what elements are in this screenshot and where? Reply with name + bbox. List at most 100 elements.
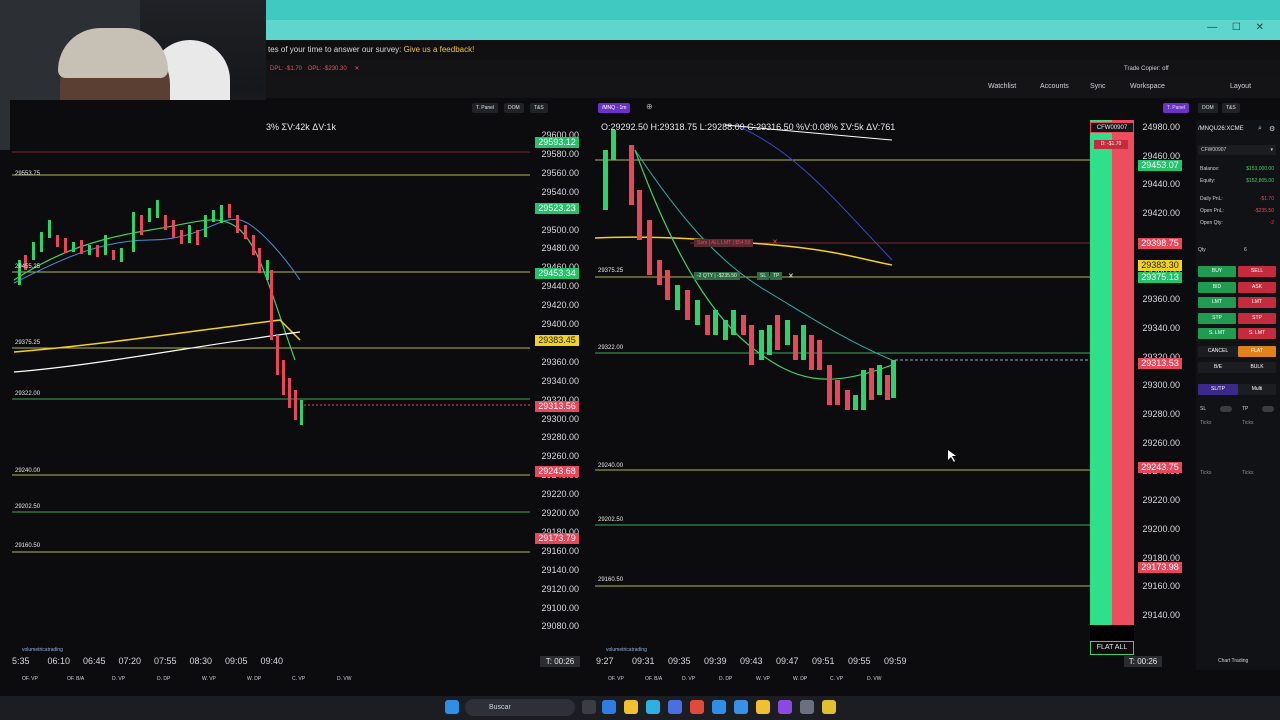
discord-icon[interactable] xyxy=(778,700,792,714)
left-tpanel-button[interactable]: T. Panel xyxy=(472,103,499,113)
add-tab-icon[interactable]: ⊕ xyxy=(646,102,653,111)
search-icon[interactable]: ⌕ xyxy=(1258,125,1262,133)
right-indicator-toggle[interactable]: D. VW xyxy=(867,676,881,686)
folder-icon[interactable] xyxy=(624,700,638,714)
bulk-button[interactable]: BULK xyxy=(1238,362,1276,373)
left-level-label: 29202.50 xyxy=(15,504,41,510)
left-indicator-toggle[interactable]: OF. VP xyxy=(22,676,38,686)
right-indicator-toggle[interactable]: C. VP xyxy=(830,676,843,686)
left-indicator-toggle[interactable]: W. VP xyxy=(202,676,216,686)
gear-icon[interactable]: ⚙ xyxy=(1269,125,1275,133)
left-indicator-toggle[interactable]: D. VP xyxy=(112,676,125,686)
sell-button[interactable]: S. LMT xyxy=(1238,328,1276,339)
right-indicator-toggle[interactable]: OF. VP xyxy=(608,676,624,686)
ma-teal xyxy=(634,149,893,361)
position-label[interactable]: -2 QTY | -$235.50 xyxy=(694,272,740,280)
app-icon-red[interactable] xyxy=(690,700,704,714)
survey-link[interactable]: Give us a feedback! xyxy=(404,45,475,54)
right-indicator-toggle[interactable]: OF. B/A xyxy=(645,676,662,686)
multi-tab[interactable]: Multi xyxy=(1238,384,1276,395)
left-indicator-toggle[interactable]: D. DP xyxy=(157,676,170,686)
right-indicator-toggle[interactable]: W. DP xyxy=(793,676,807,686)
right-indicator-toggle[interactable]: W. VP xyxy=(756,676,770,686)
sell-button[interactable]: ASK xyxy=(1238,281,1276,293)
buy-button[interactable]: LMT xyxy=(1198,297,1236,308)
taskbar-search[interactable]: Buscar xyxy=(465,699,575,716)
side-symbol[interactable]: /MNQU26:XCME xyxy=(1198,126,1244,132)
left-level-label: 29553.75 xyxy=(15,171,41,177)
dom-ladder[interactable]: CFW00907 D: -$1.70 FLAT ALL xyxy=(1090,120,1134,655)
right-indicator-toggle[interactable]: D. VP xyxy=(682,676,695,686)
right-ts-button[interactable]: T&S xyxy=(1222,103,1240,113)
task-view-icon[interactable] xyxy=(582,700,596,714)
left-indicator-toggle[interactable]: C. VP xyxy=(292,676,305,686)
windows-start-icon[interactable] xyxy=(445,700,459,714)
left-indicator-toggle[interactable]: W. DP xyxy=(247,676,261,686)
close-icon[interactable]: ✕ xyxy=(354,66,359,72)
sl-toggle[interactable] xyxy=(1220,406,1232,412)
right-price-tick: 29340.00 xyxy=(1142,322,1180,333)
sell-button[interactable]: SELL xyxy=(1238,266,1276,277)
right-chart-canvas[interactable] xyxy=(595,120,1095,660)
left-price-tick: 29300.00 xyxy=(541,413,579,424)
right-indicator-toggle[interactable]: D. DP xyxy=(719,676,732,686)
account-select[interactable]: CFW00907 ▾ xyxy=(1198,145,1276,155)
buy-button[interactable]: BID xyxy=(1198,281,1236,293)
app-icon-gray[interactable] xyxy=(800,700,814,714)
right-dom-button[interactable]: DOM xyxy=(1198,103,1218,113)
left-indicator-toggle[interactable]: D. VW xyxy=(337,676,351,686)
right-symbol-tab[interactable]: /MNQ · 1m xyxy=(598,103,631,113)
warning-app-icon[interactable] xyxy=(822,700,836,714)
sl-button[interactable]: SL xyxy=(757,272,770,280)
tp-toggle[interactable] xyxy=(1262,406,1274,412)
sell-button[interactable]: LMT xyxy=(1238,297,1276,308)
right-price-marker: 29243.75 xyxy=(1138,462,1182,473)
order-label-limit[interactable]: Sam | ALL LMT | $54.50 xyxy=(694,239,754,247)
tp-ticks-label[interactable]: Ticks xyxy=(1242,420,1253,426)
store-icon[interactable] xyxy=(646,700,660,714)
buy-button[interactable]: STP xyxy=(1198,312,1236,324)
left-indicator-toggle[interactable]: OF. B/A xyxy=(67,676,84,686)
chart-trading-label[interactable]: Chart Trading xyxy=(1218,658,1248,664)
breakeven-button[interactable]: B/E xyxy=(1198,362,1238,373)
sl-ticks-label-2[interactable]: Ticks xyxy=(1200,470,1211,476)
app-icon-blue[interactable] xyxy=(712,700,726,714)
buy-button[interactable]: BUY xyxy=(1198,266,1236,277)
toolbar-workspace[interactable]: Workspace xyxy=(1130,83,1165,90)
position-close-icon[interactable]: ✕ xyxy=(788,272,794,280)
buy-button[interactable]: S. LMT xyxy=(1198,328,1236,339)
toolbar-watchlist[interactable]: Watchlist xyxy=(988,83,1016,90)
right-level-label: 29240.00 xyxy=(598,463,624,469)
right-price-tick: 29220.00 xyxy=(1142,495,1180,506)
tp-ticks-label-2[interactable]: Ticks xyxy=(1242,470,1253,476)
survey-text: tes of your time to answer our survey: xyxy=(268,45,404,54)
toolbar-layout[interactable]: Layout xyxy=(1230,83,1251,90)
left-ts-button[interactable]: T&S xyxy=(530,103,548,113)
sltp-tab[interactable]: SL/TP xyxy=(1198,384,1238,395)
flat-button[interactable]: FLAT xyxy=(1238,346,1276,357)
order-close-icon[interactable]: ✕ xyxy=(772,238,778,246)
ma-blue xyxy=(734,124,893,261)
chrome-icon[interactable] xyxy=(756,700,770,714)
sell-button[interactable]: STP xyxy=(1238,312,1276,324)
flat-all-button[interactable]: FLAT ALL xyxy=(1090,641,1134,655)
edge-icon[interactable] xyxy=(602,700,616,714)
trade-copier-status[interactable]: Trade Copier: off xyxy=(1124,60,1169,78)
qty-row[interactable]: Qty 6 xyxy=(1198,245,1278,255)
right-price-marker: 29383.30 xyxy=(1138,260,1182,271)
toolbar-accounts[interactable]: Accounts xyxy=(1040,83,1069,90)
toolbar-sync[interactable]: Sync xyxy=(1090,83,1106,90)
app-icon[interactable] xyxy=(668,700,682,714)
candles xyxy=(603,130,896,410)
candles xyxy=(18,200,303,425)
browser-address-bar[interactable] xyxy=(266,20,1280,40)
left-dom-button[interactable]: DOM xyxy=(504,103,524,113)
app-icon-blue2[interactable] xyxy=(734,700,748,714)
cancel-button[interactable]: CANCEL xyxy=(1198,346,1238,357)
right-tpanel-button[interactable]: T. Panel xyxy=(1163,103,1190,113)
left-chart-canvas[interactable] xyxy=(0,120,600,660)
browser-window-controls[interactable]: — ☐ ✕ xyxy=(1207,22,1270,33)
tp-button[interactable]: TP xyxy=(770,272,783,280)
sl-ticks-label[interactable]: Ticks xyxy=(1200,420,1211,426)
qty-value[interactable]: 6 xyxy=(1244,245,1247,255)
